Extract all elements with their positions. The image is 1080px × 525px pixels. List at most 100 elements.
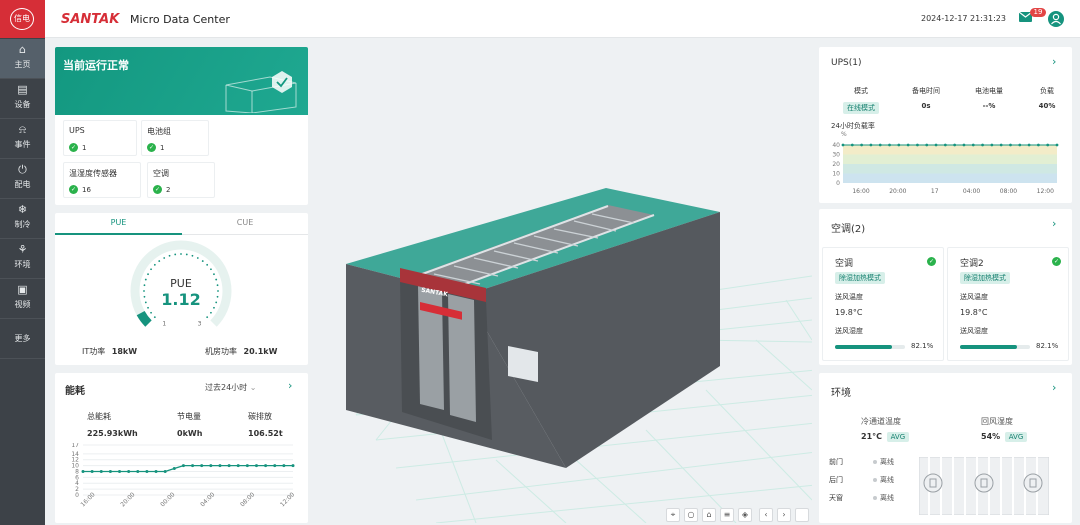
- energy-range-select[interactable]: 过去24小时 ⌄: [205, 382, 256, 393]
- ups-chart-label: 24小时负载率: [831, 122, 875, 130]
- camera-icon: ▣: [17, 283, 28, 296]
- gauge-tick: [215, 301, 218, 304]
- sidebar-item-label: 制冷: [14, 220, 31, 229]
- energy-xtick: 20:00: [119, 491, 136, 508]
- ac-unit-tile[interactable]: 空调 ✓ 除湿加热模式 送风温度 19.8°C 送风湿度 82.1%: [822, 247, 944, 361]
- sidebar-item-2[interactable]: ⍾ 事件: [0, 119, 45, 159]
- ups-point: [1036, 143, 1040, 147]
- door-label: 后门: [829, 476, 843, 484]
- app-title: Micro Data Center: [130, 13, 230, 26]
- layers-icon[interactable]: ◈: [738, 508, 752, 522]
- gauge-tick: [217, 290, 219, 292]
- ups-point: [860, 143, 864, 147]
- gauge-tick: [216, 284, 219, 287]
- status-tile[interactable]: 电池组 ✓ 1: [141, 120, 209, 156]
- ups-xtick: 17: [931, 188, 939, 195]
- rack-illustration-icon: [225, 71, 297, 113]
- home-view-icon[interactable]: ⌂: [702, 508, 716, 522]
- user-avatar-icon[interactable]: [1048, 11, 1064, 27]
- rotate-icon[interactable]: ○: [684, 508, 698, 522]
- energy-point: [154, 469, 158, 473]
- gauge-tick: [143, 284, 146, 287]
- ac-humidity-fill: [960, 345, 1018, 349]
- blank-icon[interactable]: [795, 508, 809, 522]
- energy-title: 能耗: [65, 386, 85, 397]
- sidebar-item-7[interactable]: 更多: [0, 319, 45, 359]
- micro-data-center-model: [346, 188, 720, 468]
- ac-unit-mode: 除湿加热模式: [960, 272, 1010, 284]
- tab-pue[interactable]: PUE: [55, 213, 182, 235]
- ups-point: [971, 143, 975, 147]
- room-3d-view[interactable]: SANTAK: [316, 40, 812, 523]
- sidebar: 信电 ⌂ 主页 ▤ 设备 ⍾ 事件 ⏻ 配电 ❄ 制冷 ⚘ 环境 ▣ 视频 更多: [0, 0, 45, 525]
- status-tile[interactable]: 空调 ✓ 2: [147, 162, 215, 198]
- snowflake-icon: ❄: [17, 203, 28, 216]
- locate-icon[interactable]: ⌖: [666, 508, 680, 522]
- offline-dot-icon: [873, 496, 877, 500]
- sidebar-item-6[interactable]: ▣ 视频: [0, 279, 45, 319]
- room-power: 机房功率 20.1kW: [205, 346, 277, 357]
- ups-point: [990, 143, 994, 147]
- status-banner: 当前运行正常: [55, 47, 308, 115]
- ac-more-chevron-icon[interactable]: ›: [1052, 217, 1056, 230]
- ups-xtick: 04:00: [963, 188, 980, 195]
- ups-load-chart: 0 10 20 30 40 16:00 20:00 17 04:00 08:00 12:00: [832, 142, 1059, 195]
- ac-title: 空调(2): [831, 224, 866, 235]
- top-bar: SANTAK Micro Data Center 2024-12-17 21:3…: [45, 0, 1080, 38]
- gauge-fill: [136, 310, 152, 327]
- device-icon: ▤: [17, 83, 28, 96]
- ups-ytick: 40: [832, 142, 840, 149]
- status-tile-count: 2: [166, 185, 171, 194]
- energy-point: [118, 469, 122, 473]
- sidebar-item-0[interactable]: ⌂ 主页: [0, 39, 45, 79]
- sidebar-item-4[interactable]: ❄ 制冷: [0, 199, 45, 239]
- prev-icon[interactable]: ‹: [759, 508, 773, 522]
- list-icon[interactable]: ≡: [720, 508, 734, 522]
- sidebar-item-3[interactable]: ⏻ 配电: [0, 159, 45, 199]
- ups-col-label: 负载: [1040, 87, 1054, 95]
- ups-col-label: 模式: [854, 87, 868, 95]
- ac-humidity-fill: [835, 345, 893, 349]
- ups-col-value: --%: [982, 102, 996, 110]
- gauge-tick: [206, 263, 209, 266]
- gauge-tick: [196, 257, 199, 259]
- ups-more-chevron-icon[interactable]: ›: [1052, 55, 1056, 68]
- return-humidity-label: 回风湿度: [981, 417, 1013, 426]
- energy-point: [218, 464, 222, 468]
- cold-aisle-temp: 21°C AVG: [861, 432, 910, 442]
- energy-xtick: 12:00: [279, 491, 296, 508]
- energy-stat-value: 106.52t: [248, 429, 283, 438]
- door-state-text: 离线: [880, 476, 894, 484]
- ups-point: [1046, 143, 1050, 147]
- energy-stat-label: 总能耗: [87, 412, 111, 421]
- ac-card: 空调(2) › 空调 ✓ 除湿加热模式 送风温度 19.8°C 送风湿度 82.1% 空调2 ✓…: [819, 209, 1072, 365]
- sidebar-item-5[interactable]: ⚘ 环境: [0, 239, 45, 279]
- energy-point: [273, 464, 277, 468]
- mail-badge: 19: [1030, 8, 1046, 17]
- sidebar-item-label: 主页: [14, 60, 31, 69]
- ups-col-value: 在线模式: [843, 102, 879, 114]
- door-label: 天窗: [829, 494, 843, 502]
- gauge-tick: [210, 268, 212, 271]
- gauge-tick: [168, 254, 171, 257]
- energy-point: [136, 469, 140, 473]
- humidity-avg-tag: AVG: [1004, 432, 1028, 442]
- env-more-chevron-icon[interactable]: ›: [1052, 381, 1056, 394]
- energy-more-chevron-icon[interactable]: ›: [288, 379, 292, 392]
- ac-temp-value: 19.8°C: [960, 308, 988, 317]
- next-icon[interactable]: ›: [777, 508, 791, 522]
- ups-point: [878, 143, 882, 147]
- environment-icon: ⚘: [17, 243, 28, 256]
- status-tile[interactable]: 温湿度传感器 ✓ 16: [63, 162, 141, 198]
- tab-cue[interactable]: CUE: [182, 213, 308, 235]
- energy-point: [200, 464, 204, 468]
- check-icon: ✓: [147, 143, 156, 152]
- it-power-value: 18kW: [111, 347, 138, 356]
- energy-stat-value: 225.93kWh: [87, 429, 138, 438]
- ac-temp-label: 送风温度: [960, 293, 988, 301]
- status-tile[interactable]: UPS ✓ 1: [63, 120, 137, 156]
- ac-unit-tile[interactable]: 空调2 ✓ 除湿加热模式 送风温度 19.8°C 送风湿度 82.1%: [947, 247, 1069, 361]
- energy-stat-label: 节电量: [177, 412, 201, 421]
- offline-dot-icon: [873, 478, 877, 482]
- sidebar-item-1[interactable]: ▤ 设备: [0, 79, 45, 119]
